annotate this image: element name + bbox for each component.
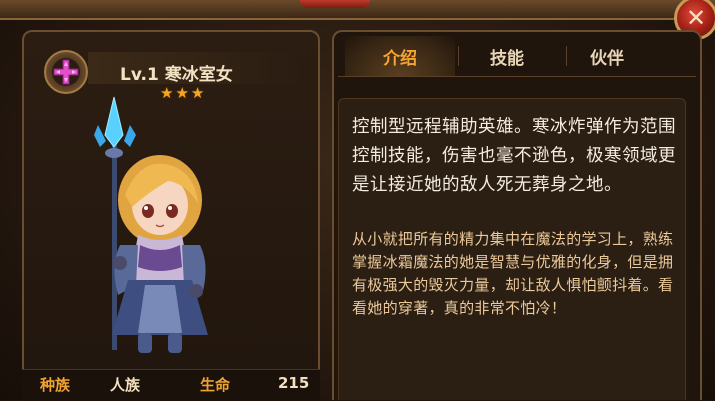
close-icon: ✕ <box>685 4 707 32</box>
hero-title: Lv.1 寒冰室女 <box>120 65 233 85</box>
race-value: 人族 <box>110 376 141 394</box>
hp-label: 生命 <box>200 376 231 394</box>
tab-skills[interactable]: 技能 <box>452 36 562 76</box>
hero-summary: 控制型远程辅助英雄。寒冰炸弹作为范围控制技能，伤害也毫不逊色，极寒领域更是让接近… <box>352 117 676 195</box>
hero-portrait <box>94 96 208 353</box>
tab-intro[interactable]: 介绍 <box>345 36 455 76</box>
cross-emblem-icon <box>52 58 80 86</box>
hero-lore: 从小就把所有的精力集中在魔法的学习上，熟练掌握冰霜魔法的她是智慧与优雅的化身，但… <box>352 230 674 317</box>
class-badge[interactable] <box>44 50 88 94</box>
tab-partners[interactable]: 伙伴 <box>552 36 662 76</box>
top-ornament <box>300 0 370 8</box>
race-label: 种族 <box>40 376 71 394</box>
hp-value: 215 <box>278 374 310 392</box>
